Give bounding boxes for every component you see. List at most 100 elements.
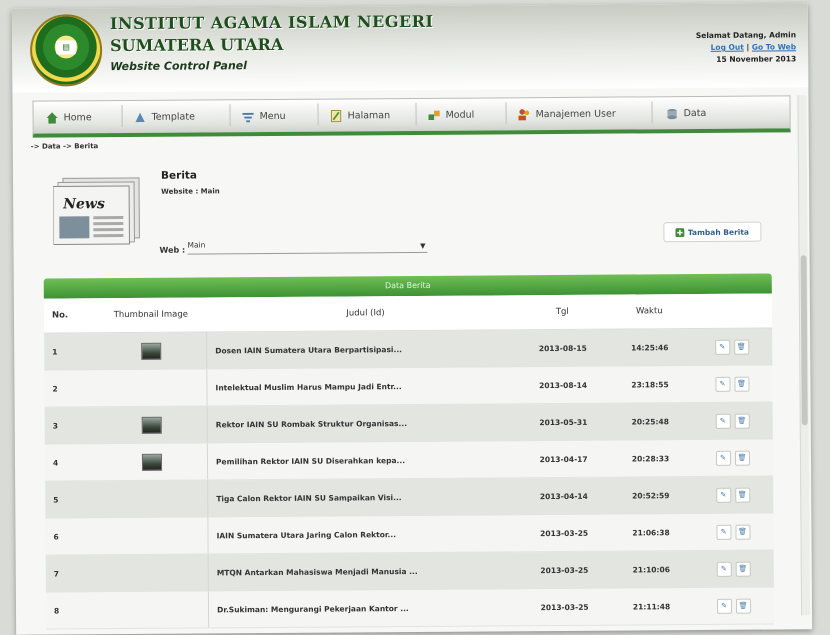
row-thumbnail [96, 443, 207, 480]
website-label: Website : Main [161, 187, 220, 196]
delete-icon[interactable]: 🗑 [735, 561, 751, 577]
chevron-down-icon: ▼ [420, 241, 426, 250]
row-waktu: 21:10:06 [632, 564, 670, 574]
table-row[interactable]: 6 IAIN Sumatera Utara Jaring Calon Rektor… [45, 513, 774, 556]
edit-icon[interactable]: ✎ [716, 561, 732, 577]
nav-template[interactable]: Template [134, 107, 195, 127]
edit-icon[interactable]: ✎ [716, 598, 732, 614]
row-judul: Rektor IAIN SU Rombak Struktur Organisas… [206, 404, 519, 443]
section-title: Berita [160, 169, 198, 182]
delete-icon[interactable]: 🗑 [734, 450, 750, 466]
scrollbar[interactable] [797, 95, 811, 616]
row-no: 2 [52, 383, 58, 394]
news-stack-icon: News [52, 177, 140, 246]
row-actions: ✎ 🗑 [693, 587, 774, 624]
nav-modul-label: Modul [445, 109, 475, 121]
go-to-web-link[interactable]: Go To Web [752, 42, 796, 51]
logout-link[interactable]: Log Out [711, 43, 744, 52]
table-row[interactable]: 7 MTQN Antarkan Mahasiswa Menjadi Manusia… [45, 550, 774, 593]
row-waktu: 14:25:46 [631, 342, 669, 352]
main-nav: Home Template Menu Halaman Modul Manajem… [32, 95, 791, 138]
table-row[interactable]: 1 Dosen IAIN Sumatera Utara Berpartisipas… [44, 328, 773, 371]
row-judul: MTQN Antarkan Mahasiswa Menjadi Manusia … [207, 552, 520, 591]
thumbnail-image [140, 342, 162, 360]
row-no: 3 [52, 420, 58, 431]
row-actions: ✎ 🗑 [692, 439, 773, 476]
row-no: 5 [53, 494, 59, 505]
delete-icon[interactable]: 🗑 [734, 413, 750, 429]
nav-halaman[interactable]: Halaman [330, 105, 391, 125]
row-thumbnail [97, 517, 208, 554]
nav-menu[interactable]: Menu [242, 106, 286, 126]
row-no: 6 [53, 531, 59, 542]
table-row[interactable]: 8 Dr.Sukiman: Mengurangi Pekerjaan Kantor… [45, 587, 775, 630]
row-waktu: 20:25:48 [631, 416, 669, 426]
welcome-box: Selamat Datang, Admin Log Out | Go To We… [696, 29, 796, 66]
edit-icon[interactable]: ✎ [715, 450, 731, 466]
row-tgl: 2013-03-25 [540, 528, 589, 538]
row-judul: Dr.Sukiman: Mengurangi Pekerjaan Kantor … [207, 589, 520, 628]
row-judul: Pemilihan Rektor IAIN SU Diserahkan kepa… [206, 441, 519, 480]
edit-icon[interactable]: ✎ [715, 487, 731, 503]
web-select[interactable]: Main ▼ [187, 238, 428, 255]
institution-subtitle: SUMATERA UTARA [110, 34, 284, 56]
edit-icon[interactable]: ✎ [714, 376, 731, 392]
header: ▤ INSTITUT AGAMA ISLAM NEGERI SUMATERA U… [11, 3, 809, 93]
col-waktu: Waktu [635, 306, 663, 317]
table-row[interactable]: 4 Pemilihan Rektor IAIN SU Diserahkan kep… [44, 439, 774, 482]
row-waktu: 21:11:48 [632, 601, 671, 611]
add-news-label: Tambah Berita [687, 227, 749, 237]
row-actions: ✎ 🗑 [692, 402, 773, 439]
nav-home[interactable]: Home [46, 107, 92, 127]
delete-icon[interactable]: 🗑 [733, 376, 750, 392]
delete-icon[interactable]: 🗑 [733, 339, 749, 355]
delete-icon[interactable]: 🗑 [734, 487, 750, 503]
row-actions: ✎ 🗑 [691, 365, 772, 402]
col-thumbnail: Thumbnail Image [113, 309, 189, 321]
edit-icon[interactable]: ✎ [714, 339, 730, 355]
table-row[interactable]: 3 Rektor IAIN SU Rombak Struktur Organisa… [44, 402, 773, 445]
col-judul: Judul (Id) [346, 308, 385, 319]
table-row[interactable]: 2 Intelektual Muslim Harus Mampu Jadi Ent… [44, 365, 773, 408]
row-tgl: 2013-04-17 [539, 454, 588, 464]
row-waktu: 23:18:55 [631, 379, 669, 389]
row-thumbnail [97, 480, 208, 517]
control-panel-page: ▤ INSTITUT AGAMA ISLAM NEGERI SUMATERA U… [11, 3, 813, 635]
web-select-value: Main [187, 240, 206, 250]
web-select-label: Web : [159, 245, 186, 255]
users-icon [518, 108, 530, 120]
nav-modul[interactable]: Modul [428, 105, 475, 125]
row-tgl: 2013-03-25 [540, 602, 589, 612]
edit-icon[interactable]: ✎ [715, 413, 731, 429]
col-tgl: Tgl [555, 306, 569, 317]
scrollbar-thumb[interactable] [800, 255, 808, 426]
row-thumbnail [97, 591, 208, 628]
row-no: 4 [52, 457, 59, 468]
row-thumbnail [96, 332, 207, 369]
welcome-text: Selamat Datang, Admin [695, 30, 797, 41]
row-no: 7 [53, 568, 60, 579]
delete-icon[interactable]: 🗑 [734, 524, 751, 540]
row-waktu: 21:06:38 [632, 527, 670, 537]
row-actions: ✎ 🗑 [691, 328, 772, 365]
nav-home-label: Home [63, 111, 92, 123]
nav-manajemen-user[interactable]: Manajemen User [518, 104, 616, 125]
table-row[interactable]: 5 Tiga Calon Rektor IAIN SU Sampaikan Vis… [45, 476, 774, 519]
row-judul: IAIN Sumatera Utara Jaring Calon Rektor.… [207, 515, 519, 554]
add-news-button[interactable]: Tambah Berita [663, 221, 762, 243]
delete-icon[interactable]: 🗑 [735, 598, 751, 614]
row-judul: Dosen IAIN Sumatera Utara Berpartisipasi… [206, 330, 518, 369]
link-separator: | [746, 42, 750, 52]
row-tgl: 2013-08-14 [539, 380, 588, 390]
edit-icon[interactable]: ✎ [715, 524, 732, 540]
breadcrumb: -> Data -> Berita [30, 142, 99, 151]
panel-title: Website Control Panel [110, 59, 248, 74]
module-icon [428, 110, 440, 120]
add-icon [675, 227, 685, 237]
logo-book-icon: ▤ [56, 40, 77, 55]
row-no: 8 [53, 605, 60, 616]
row-actions: ✎ 🗑 [692, 513, 773, 550]
row-tgl: 2013-08-15 [538, 343, 587, 353]
nav-data[interactable]: Data [665, 103, 706, 123]
col-no: No. [51, 310, 69, 321]
